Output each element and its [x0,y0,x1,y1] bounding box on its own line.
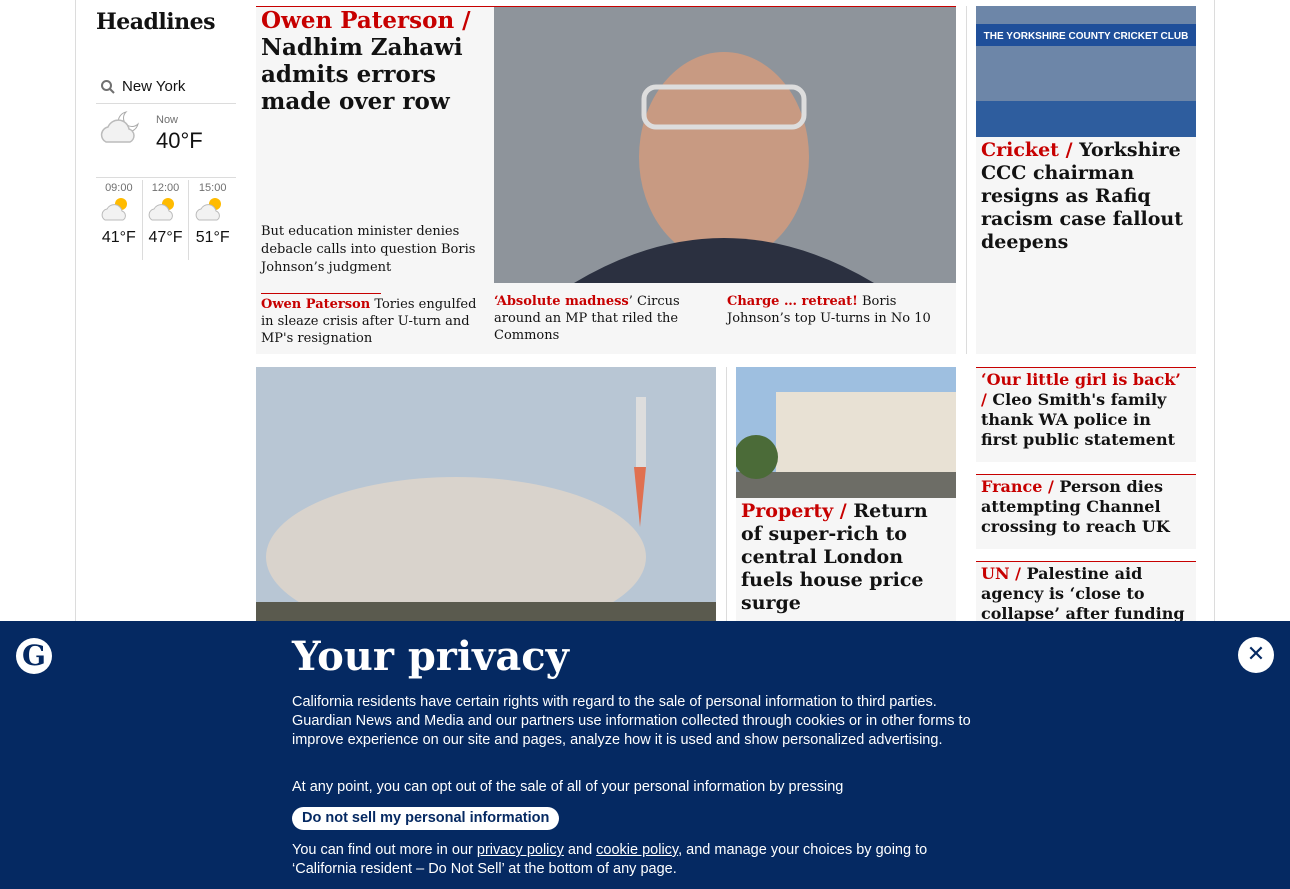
cloud-moon-icon [100,111,139,143]
forecast-time: 09:00 [105,182,133,194]
property-headline[interactable]: Property / Return of super-rich to centr… [736,498,956,617]
forecast-item: 09:00 41°F [96,180,143,260]
forecast-time: 15:00 [198,182,227,194]
forecast-time: 12:00 [151,182,180,194]
lead-story[interactable]: Owen Paterson / Nadhim Zahawi admits erro… [256,6,956,354]
search-icon [101,79,115,94]
lead-headline[interactable]: Owen Paterson / Nadhim Zahawi admits erro… [261,7,486,115]
sublink[interactable]: Charge … retreat! Boris Johnson’s top U-… [722,293,955,347]
sublink[interactable]: Owen Paterson Tories engulfed in sleaze … [256,293,489,347]
lead-kicker: Owen Paterson / [261,7,471,34]
forecast-temp: 47°F [148,229,183,246]
cricket-headline[interactable]: Cricket / Yorkshire CCC chairman resigns… [976,137,1196,256]
property-story[interactable]: Property / Return of super-rich to centr… [736,367,956,627]
lead-title: Nadhim Zahawi admits errors made over ro… [261,34,463,115]
guardian-logo-icon: G [16,638,52,674]
cricket-story[interactable]: THE YORKSHIRE COUNTY CRICKET CLUB Cricke… [976,6,1196,354]
side-story[interactable]: UN / Palestine aid agency is ‘close to c… [976,561,1196,643]
side-story[interactable]: ‘Our little girl is back’ / Cleo Smith's… [976,367,1196,462]
sublink[interactable]: ‘Absolute madness’ Circus around an MP t… [489,293,722,347]
property-kicker: Property / [741,500,847,522]
lead-image[interactable] [494,7,956,283]
privacy-title: Your privacy [292,633,569,680]
forecast-temp: 51°F [195,229,230,246]
partly-sunny-icon [101,198,127,221]
now-temperature: 40°F [156,128,203,153]
cricket-image: THE YORKSHIRE COUNTY CRICKET CLUB [976,6,1196,137]
divider [726,367,727,627]
stadium-photo: THE YORKSHIRE COUNTY CRICKET CLUB [976,6,1196,137]
banner-text: THE YORKSHIRE COUNTY CRICKET CLUB [984,31,1189,42]
close-button[interactable]: ✕ [1238,637,1274,673]
privacy-policy-link[interactable]: privacy policy [477,842,564,858]
side-kicker: France / [981,477,1054,496]
do-not-sell-button[interactable]: Do not sell my personal information [292,807,560,830]
privacy-banner: G Your privacy ✕ California residents ha… [0,621,1290,889]
sublink-kicker: Charge … retreat! [727,294,858,309]
location-label: New York [122,78,186,95]
cricket-kicker: Cricket / [981,139,1073,161]
opt-out-text: At any point, you can opt out of the sal… [292,779,844,795]
text-fragment: You can find out more in our [292,842,477,858]
property-image [736,367,956,498]
text-fragment: and [563,842,597,858]
privacy-text: California residents have certain rights… [292,694,971,748]
sidebar: Headlines New York Now 40°F 09:00 41°F 1… [96,0,236,260]
sublinks: Owen Paterson Tories engulfed in sleaze … [256,293,956,347]
forecast: 09:00 41°F 12:00 47°F 15:00 51°F [96,180,236,260]
side-kicker: UN / [981,564,1021,583]
location-search[interactable]: New York [96,70,236,104]
current-weather: Now 40°F [96,106,236,178]
manage-choices-text: You can find out more in our privacy pol… [292,841,972,879]
sublink-kicker: ‘Absolute madness [494,294,629,309]
forecast-item: 12:00 47°F [143,180,190,260]
divider [966,6,967,354]
cookie-policy-link[interactable]: cookie policy [596,842,678,858]
partly-sunny-icon [195,198,221,221]
sublink-kicker: Owen Paterson [261,297,371,312]
side-title: Cleo Smith's family thank WA police in f… [981,390,1175,449]
rocket-image[interactable] [256,367,716,627]
side-story[interactable]: France / Person dies attempting Channel … [976,474,1196,549]
portrait-photo [494,7,956,283]
now-label: Now [156,114,179,126]
street-photo [736,367,956,498]
forecast-item: 15:00 51°F [189,180,236,260]
partly-sunny-icon [148,198,174,221]
section-title: Headlines [96,9,216,35]
forecast-temp: 41°F [101,229,136,246]
rocket-photo [256,367,716,627]
lead-standfirst: But education minister denies debacle ca… [261,224,476,275]
